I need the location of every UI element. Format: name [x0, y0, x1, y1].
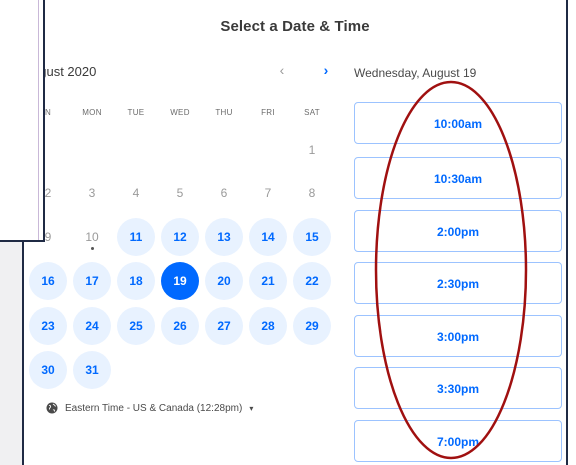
weekday-mon: MON [82, 108, 102, 117]
day-16[interactable]: 16 [29, 262, 67, 300]
page-title: Select a Date & Time [220, 18, 370, 35]
overlapping-panel [0, 0, 45, 242]
day-23[interactable]: 23 [29, 307, 67, 345]
day-7: 7 [264, 186, 272, 200]
day-6: 6 [220, 186, 228, 200]
day-25[interactable]: 25 [117, 307, 155, 345]
day-22[interactable]: 22 [293, 262, 331, 300]
day-20[interactable]: 20 [205, 262, 243, 300]
time-slot-300pm[interactable]: 3:00pm [354, 315, 562, 357]
time-slot-330pm[interactable]: 3:30pm [354, 367, 562, 409]
day-13[interactable]: 13 [205, 218, 243, 256]
time-slot-1030am[interactable]: 10:30am [354, 157, 562, 199]
weekday-thu: THU [215, 108, 233, 117]
day-17[interactable]: 17 [73, 262, 111, 300]
time-slot-700pm[interactable]: 7:00pm [354, 420, 562, 462]
booking-card: Select a Date & Time ugust 2020 ‹ › N MO… [22, 0, 568, 465]
day-29[interactable]: 29 [293, 307, 331, 345]
prev-month-button[interactable]: ‹ [274, 62, 290, 78]
today-dot [91, 247, 94, 250]
day-3: 3 [88, 186, 96, 200]
stage: Select a Date & Time ugust 2020 ‹ › N MO… [0, 0, 576, 465]
day-5: 5 [176, 186, 184, 200]
timezone-selector[interactable]: Eastern Time - US & Canada (12:28pm) ▾ [46, 402, 253, 414]
day-11[interactable]: 11 [117, 218, 155, 256]
time-slot-200pm[interactable]: 2:00pm [354, 210, 562, 252]
day-14[interactable]: 14 [249, 218, 287, 256]
day-8: 8 [308, 186, 316, 200]
time-slot-230pm[interactable]: 2:30pm [354, 262, 562, 304]
caret-down-icon: ▾ [249, 403, 254, 413]
day-31[interactable]: 31 [73, 351, 111, 389]
day-26[interactable]: 26 [161, 307, 199, 345]
day-21[interactable]: 21 [249, 262, 287, 300]
day-27[interactable]: 27 [205, 307, 243, 345]
day-30[interactable]: 30 [29, 351, 67, 389]
globe-icon [46, 402, 58, 414]
day-10-today: 10 [73, 218, 111, 256]
day-19-selected[interactable]: 19 [161, 262, 199, 300]
day-15[interactable]: 15 [293, 218, 331, 256]
day-18[interactable]: 18 [117, 262, 155, 300]
next-month-button[interactable]: › [318, 62, 334, 78]
weekday-fri: FRI [261, 108, 275, 117]
day-1: 1 [308, 143, 316, 157]
timezone-label: Eastern Time - US & Canada (12:28pm) [65, 402, 243, 414]
day-28[interactable]: 28 [249, 307, 287, 345]
day-24[interactable]: 24 [73, 307, 111, 345]
time-slot-1000am[interactable]: 10:00am [354, 102, 562, 144]
panel-divider [38, 0, 39, 240]
weekday-wed: WED [170, 108, 190, 117]
day-4: 4 [132, 186, 140, 200]
weekday-sat: SAT [304, 108, 320, 117]
selected-date-heading: Wednesday, August 19 [354, 66, 477, 80]
weekday-tue: TUE [127, 108, 145, 117]
day-12[interactable]: 12 [161, 218, 199, 256]
